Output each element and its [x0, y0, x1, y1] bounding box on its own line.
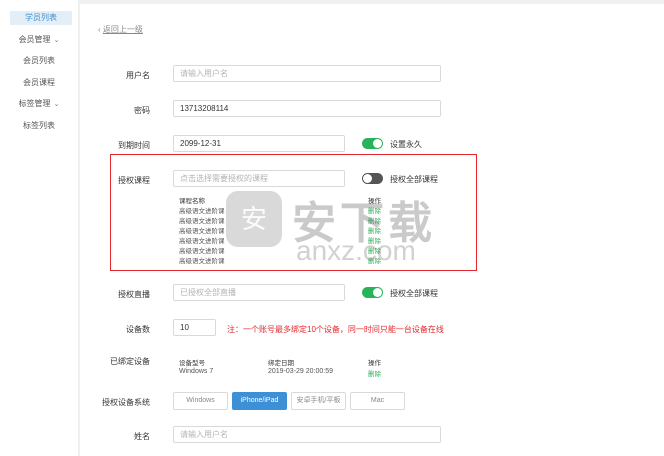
device-delete[interactable]: 删除: [368, 368, 381, 378]
expiry-date-input[interactable]: 2099-12-31: [173, 135, 345, 152]
password-input[interactable]: 13713208114: [173, 100, 441, 117]
main-panel: ‹ 返回上一级 用户名 请输入用户名 密码 13713208114 到期时间 2…: [80, 4, 664, 456]
course-row-name: 高级语文进阶课: [179, 218, 225, 225]
toggle-knob: [373, 139, 382, 148]
username-label: 用户名: [126, 71, 150, 80]
watermark-shield-icon: 安: [226, 191, 282, 247]
chevron-down-icon: ⌄: [53, 101, 60, 108]
sidebar-item-tag-management[interactable]: 标签管理 ⌄: [0, 97, 78, 111]
sidebar-item-tag-list[interactable]: 标签列表: [0, 119, 78, 133]
devices-count-input[interactable]: 10: [173, 319, 216, 336]
sidebar-item-member-courses[interactable]: 会员课程: [0, 76, 78, 90]
username-input[interactable]: 请输入用户名: [173, 65, 441, 82]
course-row-name: 高级语文进阶课: [179, 258, 225, 265]
chevron-down-icon: ⌄: [53, 37, 60, 44]
live-all-toggle[interactable]: [362, 287, 383, 298]
course-select-input[interactable]: 点击选择需要授权的课程: [173, 170, 345, 187]
course-row-name: 高级语文进阶课: [179, 228, 225, 235]
watermark-badge: 安: [240, 204, 267, 234]
sidebar-item-member-list[interactable]: 会员列表: [0, 54, 78, 68]
toggle-knob: [373, 288, 382, 297]
bound-devices-label: 已绑定设备: [110, 357, 150, 366]
name-input[interactable]: 请输入用户名: [173, 426, 441, 443]
course-row-name: 高级语文进阶课: [179, 248, 225, 255]
watermark: 安 安下载 anxz.com: [226, 191, 466, 271]
system-option-iphone-ipad[interactable]: iPhone/iPad: [232, 392, 287, 410]
live-input[interactable]: 已授权全部直播: [173, 284, 345, 301]
sidebar-item-member-management[interactable]: 会员管理 ⌄: [0, 33, 78, 47]
all-courses-toggle[interactable]: [362, 173, 383, 184]
course-row-name: 高级语文进阶课: [179, 238, 225, 245]
bound-action-header: 操作: [368, 360, 381, 367]
sidebar: 学员列表 会员管理 ⌄ 会员列表 会员课程 标签管理 ⌄ 标签列表: [0, 0, 78, 456]
expiry-label: 到期时间: [118, 141, 150, 150]
name-label: 姓名: [134, 432, 150, 441]
back-label: 返回上一级: [102, 25, 143, 34]
devices-label: 设备数: [126, 325, 150, 334]
device-model: Windows 7: [179, 368, 214, 375]
bind-time: 2019-03-29 20:00:59: [268, 368, 333, 375]
courses-label: 授权课程: [118, 176, 150, 185]
all-courses-toggle-label: 授权全部课程: [390, 175, 438, 184]
live-label: 授权直播: [118, 290, 150, 299]
sidebar-item-label: 标签管理: [18, 99, 51, 108]
toggle-knob: [363, 174, 372, 183]
live-all-toggle-label: 授权全部课程: [390, 289, 438, 298]
devices-hint: 注：一个账号最多绑定10个设备，同一时间只能一台设备在线: [227, 325, 444, 334]
course-row-name: 高级语文进阶课: [179, 208, 225, 215]
system-option-mac[interactable]: Mac: [350, 392, 405, 410]
device-model-header: 设备型号: [179, 360, 205, 367]
permanent-toggle[interactable]: [362, 138, 383, 149]
watermark-subtext: anxz.com: [296, 235, 416, 266]
sidebar-item-student-list[interactable]: 学员列表: [10, 11, 72, 25]
system-option-windows[interactable]: Windows: [173, 392, 228, 410]
system-option-android[interactable]: 安卓手机/平板: [291, 392, 346, 410]
device-system-label: 授权设备系统: [102, 398, 150, 407]
bind-time-header: 绑定日期: [268, 360, 294, 367]
sidebar-item-label: 会员课程: [23, 78, 55, 87]
sidebar-item-label: 会员管理: [18, 35, 51, 44]
course-name-header: 课程名称: [179, 198, 205, 205]
back-link[interactable]: ‹ 返回上一级: [98, 24, 143, 35]
password-label: 密码: [134, 106, 150, 115]
sidebar-item-label: 学员列表: [25, 13, 57, 22]
sidebar-item-label: 标签列表: [23, 121, 55, 130]
sidebar-item-label: 会员列表: [23, 56, 55, 65]
permanent-toggle-label: 设置永久: [390, 140, 422, 149]
